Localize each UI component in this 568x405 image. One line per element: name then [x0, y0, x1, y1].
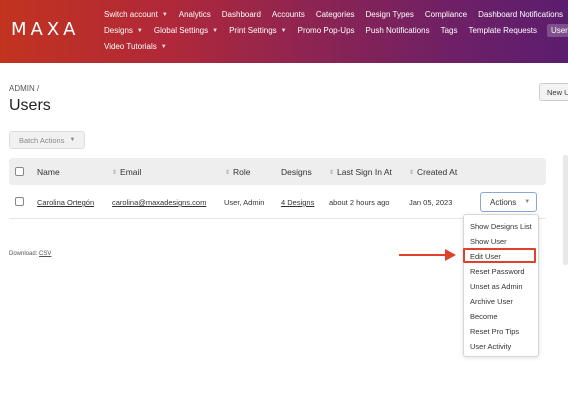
nav-label: Switch account [104, 10, 158, 19]
user-created-at: Jan 05, 2023 [409, 198, 453, 207]
table-header: Name ⇕ Email ⇕ Role Designs ⇕ Last Sign In … [9, 158, 546, 185]
column-label: Name [37, 167, 60, 177]
batch-actions-label: Batch Actions [19, 135, 65, 145]
chevron-down-icon: ▼ [69, 137, 76, 143]
nav-video-tutorials[interactable]: Video Tutorials ▼ [103, 40, 168, 53]
nav-label: Design Types [365, 10, 414, 19]
nav-label: Accounts [271, 10, 305, 19]
chevron-down-icon: ▼ [136, 27, 143, 34]
nav-label: Dashboard [221, 10, 261, 19]
nav-row-1: Switch account ▼ Analytics Dashboard Acco… [103, 8, 564, 21]
nav-tags[interactable]: Tags [440, 24, 459, 37]
nav-promo-popups[interactable]: Promo Pop-Ups [297, 24, 356, 37]
column-label: Created At [417, 167, 458, 177]
sort-icon: ⇕ [112, 169, 118, 176]
nav-dashboard-notifications[interactable]: Dashboard Notifications [477, 8, 564, 21]
nav-row-3: Video Tutorials ▼ [103, 40, 168, 53]
menu-item-unset-admin[interactable]: Unset as Admin [470, 282, 523, 291]
actions-dropdown-menu: Show Designs List Show User Edit User Re… [463, 214, 539, 357]
menu-item-reset-password[interactable]: Reset Password [470, 267, 525, 276]
download-label: Download: [9, 251, 38, 257]
nav-push-notifications[interactable]: Push Notifications [365, 24, 431, 37]
user-role: User, Admin [224, 198, 265, 207]
nav-label: Users [550, 26, 568, 35]
nav-global-settings[interactable]: Global Settings ▼ [153, 24, 219, 37]
nav-label: Promo Pop-Ups [297, 26, 355, 35]
column-label: Role [233, 167, 251, 177]
breadcrumb[interactable]: ADMIN / [9, 84, 39, 93]
menu-item-show-designs-list[interactable]: Show Designs List [470, 222, 532, 231]
menu-item-archive-user[interactable]: Archive User [470, 297, 513, 306]
nav-designs[interactable]: Designs ▼ [103, 24, 144, 37]
maxa-logo[interactable]: MAXA [11, 19, 80, 40]
nav-analytics[interactable]: Analytics [178, 8, 212, 21]
nav-label: Analytics [178, 10, 211, 19]
nav-label: Dashboard Notifications [478, 10, 564, 19]
user-email-link[interactable]: carolina@maxadesigns.com [112, 198, 206, 207]
user-name-link[interactable]: Carolina Ortegón [37, 198, 94, 207]
page-title: Users [9, 97, 51, 114]
column-header-name[interactable]: Name [37, 167, 60, 177]
nav-categories[interactable]: Categories [315, 8, 356, 21]
nav-label: Video Tutorials [104, 42, 157, 51]
user-designs-link[interactable]: 4 Designs [281, 198, 314, 207]
column-label: Email [120, 167, 142, 177]
actions-button[interactable]: Actions ▼ [480, 192, 537, 212]
chevron-down-icon: ▼ [160, 43, 167, 50]
menu-item-reset-pro-tips[interactable]: Reset Pro Tips [470, 327, 519, 336]
column-label: Last Sign In At [337, 167, 392, 177]
actions-label: Actions [490, 197, 517, 207]
nav-print-settings[interactable]: Print Settings ▼ [228, 24, 288, 37]
column-label: Designs [281, 167, 312, 177]
top-header: MAXA Switch account ▼ Analytics Dashboard… [0, 0, 568, 63]
nav-design-types[interactable]: Design Types [365, 8, 415, 21]
chevron-down-icon: ▼ [524, 199, 531, 205]
sort-icon: ⇕ [329, 169, 335, 176]
arrow-right-icon [399, 254, 446, 256]
nav-label: Global Settings [153, 26, 209, 35]
batch-actions-button[interactable]: Batch Actions ▼ [9, 131, 85, 149]
nav-label: Categories [315, 10, 355, 19]
sort-icon: ⇕ [409, 169, 415, 176]
nav-row-2: Designs ▼ Global Settings ▼ Print Settings… [103, 24, 568, 37]
row-checkbox[interactable] [15, 197, 24, 206]
nav-label: Compliance [424, 10, 468, 19]
menu-item-user-activity[interactable]: User Activity [470, 342, 511, 351]
nav-label: Designs [104, 26, 133, 35]
nav-compliance[interactable]: Compliance [424, 8, 468, 21]
nav-users[interactable]: Users▼ [546, 24, 568, 37]
menu-item-become[interactable]: Become [470, 312, 498, 321]
download-csv-link[interactable]: CSV [39, 251, 51, 257]
user-last-sign-in: about 2 hours ago [329, 198, 390, 207]
download-links: Download: CSV [9, 251, 51, 257]
nav-switch-account[interactable]: Switch account ▼ [103, 8, 169, 21]
nav-label: Push Notifications [365, 26, 430, 35]
chevron-down-icon: ▼ [212, 27, 219, 34]
edit-user-highlight-box [463, 248, 536, 263]
sort-icon: ⇕ [225, 169, 231, 176]
select-all-checkbox[interactable] [15, 167, 24, 176]
nav-template-requests[interactable]: Template Requests [467, 24, 537, 37]
column-header-last-sign-in[interactable]: ⇕ Last Sign In At [329, 167, 392, 177]
column-header-created-at[interactable]: ⇕ Created At [409, 167, 457, 177]
nav-accounts[interactable]: Accounts [271, 8, 306, 21]
nav-label: Print Settings [229, 26, 277, 35]
nav-label: Template Requests [468, 26, 537, 35]
column-header-role[interactable]: ⇕ Role [225, 167, 251, 177]
column-header-email[interactable]: ⇕ Email [112, 167, 141, 177]
scrollbar[interactable] [563, 155, 568, 265]
nav-dashboard[interactable]: Dashboard [221, 8, 262, 21]
menu-item-show-user[interactable]: Show User [470, 237, 507, 246]
chevron-down-icon: ▼ [280, 27, 287, 34]
arrow-head-icon [445, 249, 456, 261]
nav-label: Tags [440, 26, 458, 35]
new-user-button[interactable]: New U [539, 83, 568, 101]
chevron-down-icon: ▼ [161, 11, 168, 18]
column-header-designs: Designs [281, 167, 312, 177]
